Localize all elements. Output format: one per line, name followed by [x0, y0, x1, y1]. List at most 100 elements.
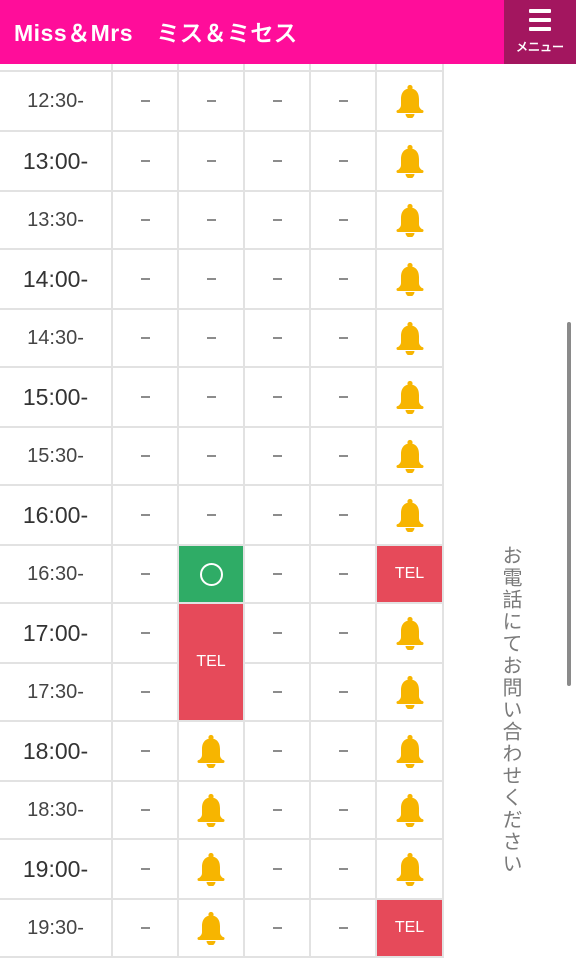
slot-unavailable: [245, 604, 311, 664]
bell-icon: [197, 852, 225, 886]
slot-notify[interactable]: [377, 840, 444, 900]
dash-icon: [272, 573, 282, 575]
time-slot-label: 12:30-: [0, 72, 113, 132]
bell-icon: [396, 203, 423, 237]
slot-unavailable: [311, 250, 377, 310]
slot-unavailable: [179, 428, 245, 486]
dash-icon: [338, 160, 348, 162]
slot-notify[interactable]: [377, 250, 444, 310]
slot-tel[interactable]: TEL: [377, 900, 444, 958]
slot-notify[interactable]: [179, 840, 245, 900]
dash-icon: [272, 337, 282, 339]
slot-notify[interactable]: [377, 72, 444, 132]
slot-tel[interactable]: TEL: [377, 546, 444, 604]
table-row: 18:30-: [0, 782, 444, 840]
dash-icon: [140, 278, 150, 280]
dash-icon: [338, 809, 348, 811]
slot-unavailable: [311, 546, 377, 604]
slot-unavailable: [113, 192, 179, 250]
table-row: 15:00-: [0, 368, 444, 428]
bell-icon: [396, 498, 423, 532]
slot-notify[interactable]: [377, 368, 444, 428]
dash-icon: [338, 514, 348, 516]
slot-notify[interactable]: [179, 900, 245, 958]
bell-icon: [396, 321, 423, 355]
slot-unavailable: [179, 310, 245, 368]
site-title[interactable]: Miss＆Mrs ミス＆ミセス: [14, 14, 298, 46]
dash-icon: [206, 455, 216, 457]
slot-notify[interactable]: [377, 782, 444, 840]
dash-icon: [272, 219, 282, 221]
dash-icon: [338, 927, 348, 929]
bell-icon: [396, 380, 423, 414]
time-slot-label: 13:00-: [0, 132, 113, 192]
slot-unavailable: [113, 722, 179, 782]
slot-notify[interactable]: [377, 310, 444, 368]
dash-icon: [338, 750, 348, 752]
slot-notify[interactable]: [377, 132, 444, 192]
slot-unavailable: [311, 664, 377, 722]
dash-icon: [206, 100, 216, 102]
dash-icon: [272, 927, 282, 929]
dash-icon: [338, 455, 348, 457]
time-slot-label: 17:00-: [0, 604, 113, 664]
slot-unavailable: [113, 310, 179, 368]
slot-unavailable: [311, 604, 377, 664]
slot-unavailable: [113, 368, 179, 428]
dash-icon: [140, 455, 150, 457]
slot-unavailable: [245, 782, 311, 840]
slot-unavailable: [245, 132, 311, 192]
slot-notify[interactable]: [377, 664, 444, 722]
slot-unavailable: [113, 900, 179, 958]
circle-icon: [199, 562, 223, 586]
slot-unavailable: [311, 722, 377, 782]
slot-unavailable: [245, 192, 311, 250]
slot-notify[interactable]: [377, 486, 444, 546]
slot-notify[interactable]: [377, 604, 444, 664]
dash-icon: [140, 691, 150, 693]
bell-icon: [396, 734, 423, 768]
dash-icon: [272, 100, 282, 102]
menu-button[interactable]: メニュー: [504, 0, 576, 64]
dash-icon: [206, 219, 216, 221]
time-slot-label: 16:00-: [0, 486, 113, 546]
time-slot-label: 15:00-: [0, 368, 113, 428]
bell-icon: [396, 262, 423, 296]
slot-unavailable: [245, 310, 311, 368]
dash-icon: [338, 632, 348, 634]
time-slot-label: 19:30-: [0, 900, 113, 958]
table-row: 13:00-: [0, 132, 444, 192]
time-slot-label: 16:30-: [0, 546, 113, 604]
slot-tel-merged[interactable]: TEL: [179, 604, 245, 722]
table-row: 16:30- TEL: [0, 546, 444, 604]
dash-icon: [140, 337, 150, 339]
slot-unavailable: [245, 722, 311, 782]
dash-icon: [140, 573, 150, 575]
slot-unavailable: [113, 250, 179, 310]
bell-icon: [396, 144, 423, 178]
dash-icon: [140, 219, 150, 221]
slot-unavailable: [311, 840, 377, 900]
slot-unavailable: [179, 132, 245, 192]
bell-icon: [197, 734, 225, 768]
dash-icon: [338, 278, 348, 280]
schedule-screen: Miss＆Mrs ミス＆ミセス メニュー 12:30- 13:00- 13:30- 1…: [0, 0, 576, 962]
time-slot-label: 14:00-: [0, 250, 113, 310]
scrollbar[interactable]: [567, 322, 571, 686]
slot-available[interactable]: [179, 546, 245, 604]
bell-icon: [396, 84, 423, 118]
dash-icon: [272, 691, 282, 693]
slot-notify[interactable]: [377, 192, 444, 250]
slot-unavailable: [179, 368, 245, 428]
slot-notify[interactable]: [179, 782, 245, 840]
slot-notify[interactable]: [377, 428, 444, 486]
slot-unavailable: [245, 546, 311, 604]
slot-unavailable: [113, 132, 179, 192]
dash-icon: [272, 278, 282, 280]
dash-icon: [272, 396, 282, 398]
slot-notify[interactable]: [377, 722, 444, 782]
slot-notify[interactable]: [179, 722, 245, 782]
slot-unavailable: [311, 368, 377, 428]
menu-label: メニュー: [515, 40, 564, 54]
bell-icon: [396, 439, 423, 473]
